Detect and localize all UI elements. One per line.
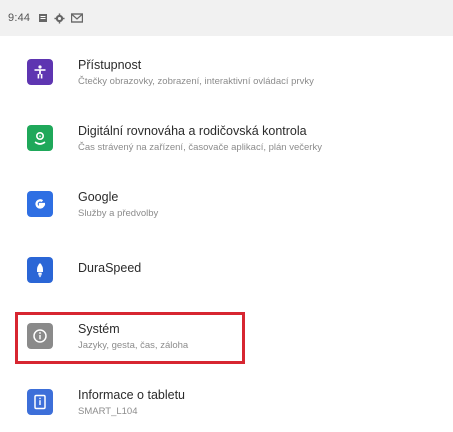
settings-item-subtitle: Čtečky obrazovky, zobrazení, interaktivn… [78,75,314,87]
settings-item-digital-wellbeing[interactable]: Digitální rovnováha a rodičovská kontrol… [0,108,453,168]
settings-item-title: Informace o tabletu [78,387,186,402]
settings-item-about-tablet[interactable]: Informace o tabletu SMART_L104 [0,372,453,432]
settings-item-title: Google [78,189,119,204]
notification-box-icon [38,13,48,23]
mail-icon [71,13,84,23]
settings-item-title: Digitální rovnováha a rodičovská kontrol… [78,123,307,138]
settings-item-google[interactable]: Google Služby a předvolby [0,174,453,234]
settings-item-title: Přístupnost [78,57,142,72]
settings-gear-icon [54,12,65,24]
tablet-icon [27,389,53,415]
settings-item-duraspeed[interactable]: DuraSpeed [0,240,453,300]
settings-item-accessibility[interactable]: Přístupnost Čtečky obrazovky, zobrazení,… [0,42,453,102]
system-highlight-box [15,312,245,364]
settings-item-subtitle: SMART_L104 [78,405,138,417]
status-bar: 9:44 [0,0,453,36]
settings-item-subtitle: Služby a předvolby [78,207,159,219]
google-icon [27,191,53,217]
accessibility-icon [27,59,53,85]
settings-item-title: DuraSpeed [78,261,142,275]
rocket-icon [27,257,53,283]
settings-item-subtitle: Čas strávený na zařízení, časovače aplik… [78,141,322,153]
wellbeing-icon [27,125,53,151]
status-time: 9:44 [8,12,31,24]
